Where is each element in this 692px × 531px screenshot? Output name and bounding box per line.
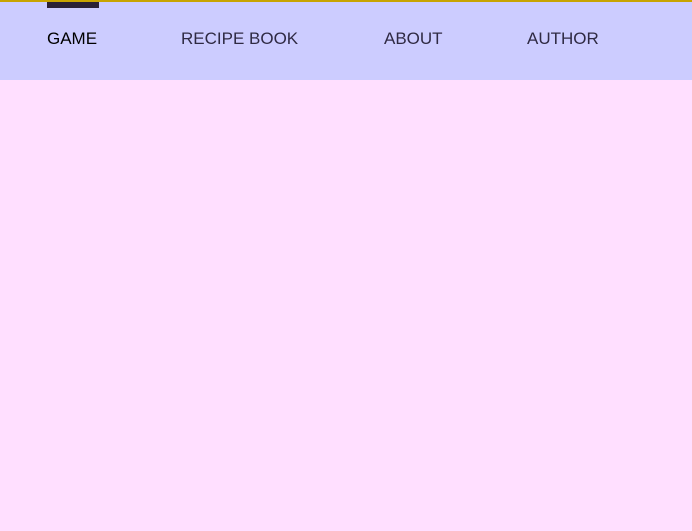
nav-item-game[interactable]: GAME: [47, 29, 97, 49]
nav-item-about[interactable]: ABOUT: [384, 29, 443, 49]
active-tab-indicator: [47, 2, 99, 8]
main-content-area: [0, 80, 692, 531]
main-navigation: GAME RECIPE BOOK ABOUT AUTHOR: [0, 2, 692, 80]
nav-item-author[interactable]: AUTHOR: [527, 29, 599, 49]
nav-item-recipe-book[interactable]: RECIPE BOOK: [181, 29, 298, 49]
